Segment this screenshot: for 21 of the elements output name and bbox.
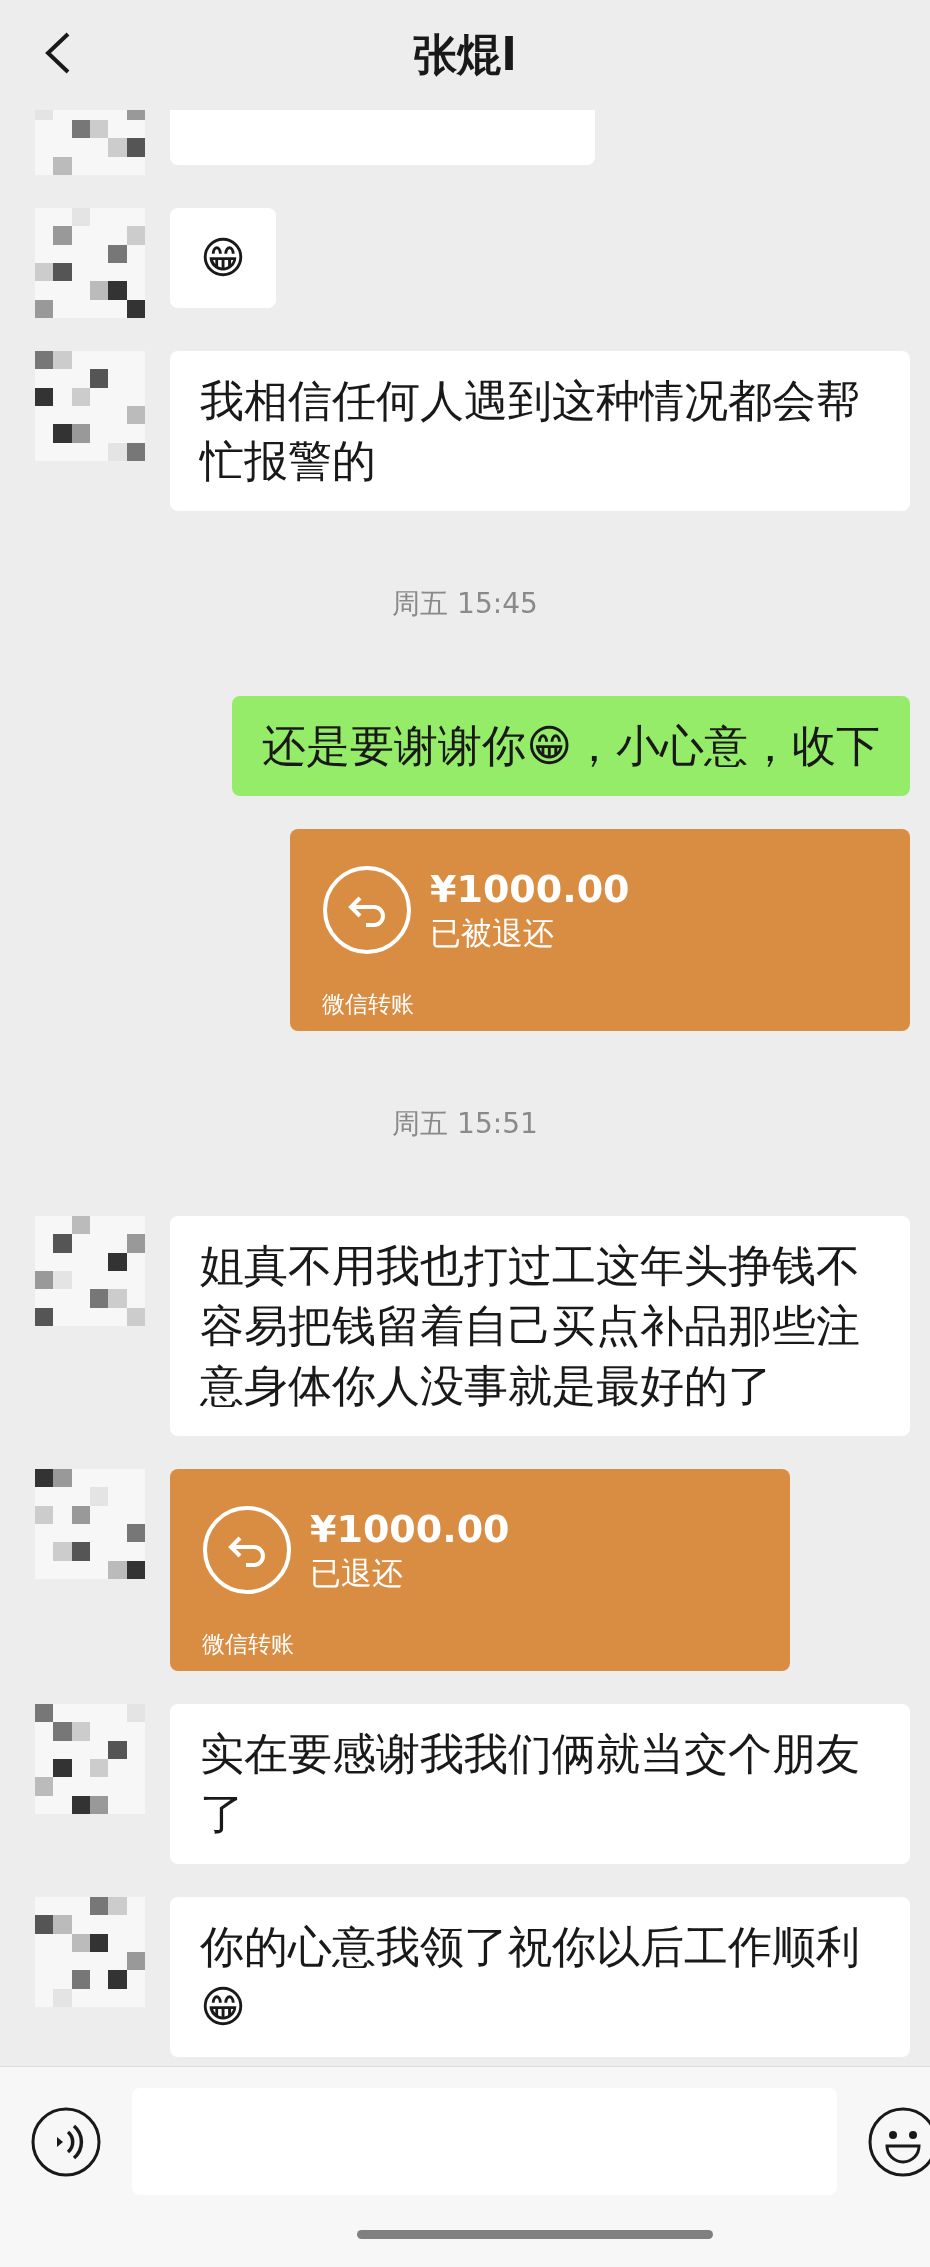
message-bubble: 实在要感谢我我们俩就当交个朋友了 xyxy=(170,1704,910,1864)
message-bubble: 😁 xyxy=(170,208,276,308)
transfer-status: 已被退还 xyxy=(430,914,555,953)
transfer-amount: ¥1000.00 xyxy=(430,866,630,912)
message-bubble: 你的心意我领了祝你以后工作顺利😁 xyxy=(170,1897,910,2057)
timestamp: 周五 15:51 xyxy=(392,1105,538,1142)
refund-icon xyxy=(322,865,412,955)
transfer-card[interactable]: ¥1000.00 已被退还 微信转账 xyxy=(290,829,910,1031)
message-bubble: 还是要谢谢你😁，小心意，收下 xyxy=(232,696,910,796)
transfer-card[interactable]: ¥1000.00 已退还 微信转账 xyxy=(170,1469,790,1671)
voice-icon[interactable] xyxy=(30,2105,102,2178)
message-bubble: 姐真不用我也打过工这年头挣钱不容易把钱留着自己买点补品那些注意身体你人没事就是最好的了 xyxy=(170,1216,910,1436)
chat-title: 张焜l xyxy=(413,27,517,82)
transfer-label: 微信转账 xyxy=(202,1630,295,1659)
timestamp: 周五 15:45 xyxy=(392,585,538,622)
transfer-status: 已退还 xyxy=(310,1554,404,1593)
transfer-amount: ¥1000.00 xyxy=(310,1506,510,1552)
emoji-icon[interactable] xyxy=(867,2105,930,2178)
transfer-label: 微信转账 xyxy=(322,990,415,1019)
message-bubble: 我相信任何人遇到这种情况都会帮忙报警的 xyxy=(170,351,910,511)
refund-icon xyxy=(202,1505,292,1595)
